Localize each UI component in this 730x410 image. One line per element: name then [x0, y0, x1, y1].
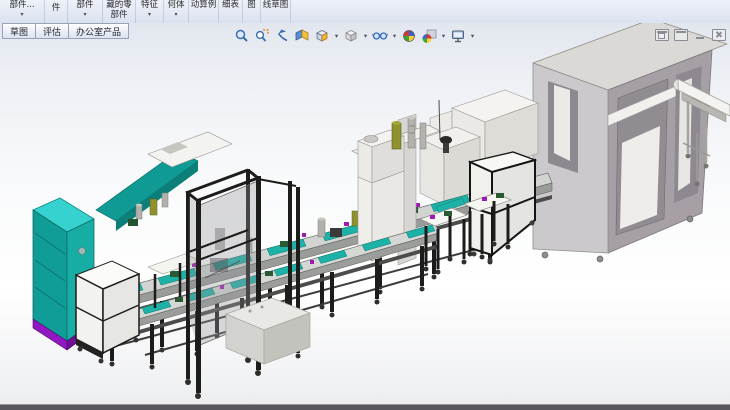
dropdown-caret[interactable]: ▾ [362, 32, 369, 40]
document-window-controls [655, 29, 726, 41]
section-view-icon[interactable] [293, 27, 311, 45]
ribbon-button-reference-geometry[interactable]: 何体 ▾ [164, 0, 189, 23]
ribbon-button-explode-line-sketch[interactable]: 线草图 [261, 0, 291, 23]
tab-office-products[interactable]: 办公室产品 [68, 23, 129, 39]
solidworks-window: 部件... ▾ 件 部件 ▾ 藏的零部件 特征 ▾ 何体 ▾ 动算例 细表 图 [0, 0, 730, 410]
heads-up-view-toolbar: ▾ ▾ ▾ [233, 27, 476, 45]
tab-sketch[interactable]: 草图 [2, 23, 36, 39]
window-close-icon[interactable] [712, 29, 726, 41]
window-minimize-icon[interactable] [693, 29, 707, 41]
ribbon-button-mate[interactable]: 件 [45, 0, 68, 23]
ribbon-button-exploded-view[interactable]: 图 [243, 0, 261, 23]
command-manager-tabs: 草图 评估 办公室产品 [2, 23, 128, 39]
view-settings-icon[interactable] [449, 27, 467, 45]
ribbon-button-label: 细表 [222, 1, 239, 11]
ribbon-button-label: 件 [52, 4, 61, 14]
ribbon-button-label: 部件... [9, 1, 34, 11]
display-style-icon[interactable] [342, 27, 360, 45]
ribbon-button-show-hidden-components[interactable]: 藏的零部件 [103, 0, 136, 23]
ribbon-button-label: 动算例 [191, 1, 217, 11]
dropdown-caret[interactable]: ▾ [469, 32, 476, 40]
ribbon-button-assembly-features[interactable]: 特征 ▾ [136, 0, 164, 23]
dropdown-caret[interactable]: ▾ [148, 12, 151, 18]
ribbon-button-label: 何体 [167, 1, 184, 11]
tab-evaluate[interactable]: 评估 [35, 23, 69, 39]
ribbon-button-new-motion-study[interactable]: 动算例 [189, 0, 219, 23]
zoom-to-fit-icon[interactable] [233, 27, 251, 45]
tab-label: 评估 [43, 25, 61, 38]
ribbon-button-bill-of-materials[interactable]: 细表 [219, 0, 243, 23]
command-manager-ribbon: 部件... ▾ 件 部件 ▾ 藏的零部件 特征 ▾ 何体 ▾ 动算例 细表 图 [0, 0, 730, 24]
hide-show-items-icon[interactable] [371, 27, 389, 45]
dropdown-caret[interactable]: ▾ [174, 12, 177, 18]
ribbon-button-label: 线草图 [263, 1, 289, 11]
status-bar [0, 404, 730, 410]
dropdown-caret[interactable]: ▾ [391, 32, 398, 40]
viewport-canvas[interactable] [0, 23, 730, 405]
tab-label: 办公室产品 [76, 25, 121, 38]
dropdown-caret[interactable]: ▾ [333, 32, 340, 40]
ribbon-button-label: 部件 [76, 1, 93, 11]
window-maximize-icon[interactable] [674, 29, 688, 41]
ribbon-button-label: 藏的零部件 [103, 1, 135, 20]
dropdown-caret[interactable]: ▾ [440, 32, 447, 40]
window-restore-icon[interactable] [655, 29, 669, 41]
dropdown-caret[interactable]: ▾ [83, 12, 86, 18]
tab-label: 草图 [10, 25, 28, 38]
previous-view-icon[interactable] [273, 27, 291, 45]
graphics-viewport[interactable]: ▾ ▾ ▾ [0, 23, 730, 410]
model-white-box-left[interactable] [76, 261, 139, 364]
ribbon-button-label: 特征 [141, 1, 158, 11]
view-orientation-icon[interactable] [313, 27, 331, 45]
edit-appearance-icon[interactable] [400, 27, 418, 45]
ribbon-button-insert-components[interactable]: 部件... ▾ [0, 0, 45, 23]
ribbon-button-move-component[interactable]: 部件 ▾ [68, 0, 103, 23]
ribbon-button-label: 图 [247, 1, 256, 11]
zoom-to-area-icon[interactable] [253, 27, 271, 45]
dropdown-caret[interactable]: ▾ [20, 12, 23, 18]
apply-scene-icon[interactable] [420, 27, 438, 45]
